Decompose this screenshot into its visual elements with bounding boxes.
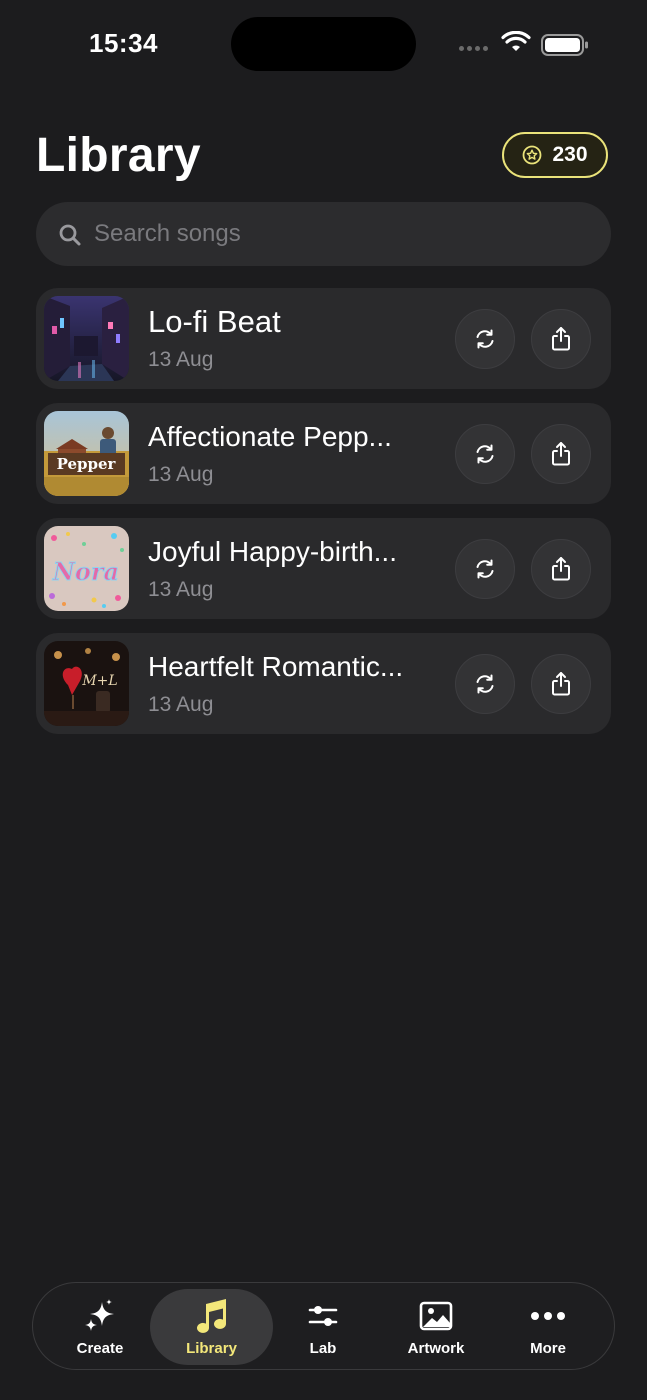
image-icon bbox=[419, 1301, 453, 1331]
tab-lab[interactable]: Lab bbox=[267, 1289, 379, 1365]
share-icon bbox=[552, 442, 570, 466]
page-title: Library bbox=[36, 129, 201, 182]
song-artwork: Pepper bbox=[44, 411, 129, 496]
share-icon bbox=[552, 557, 570, 581]
share-button[interactable] bbox=[531, 654, 591, 714]
regenerate-button[interactable] bbox=[455, 424, 515, 484]
regenerate-button[interactable] bbox=[455, 539, 515, 599]
tab-create[interactable]: Create bbox=[44, 1289, 156, 1365]
song-row[interactable]: Nora Joyful Happy-birth... 13 Aug bbox=[36, 518, 611, 619]
tab-more[interactable]: More bbox=[492, 1289, 604, 1365]
battery-icon bbox=[541, 34, 588, 56]
wifi-icon bbox=[501, 31, 531, 51]
search-bar[interactable] bbox=[36, 202, 611, 266]
search-icon bbox=[59, 224, 81, 246]
refresh-icon bbox=[476, 674, 494, 694]
dynamic-island bbox=[231, 17, 416, 71]
song-artwork: M+L bbox=[44, 641, 129, 726]
song-title: Affectionate Pepp... bbox=[148, 421, 392, 452]
regenerate-button[interactable] bbox=[455, 654, 515, 714]
share-icon bbox=[552, 327, 570, 351]
credits-badge[interactable]: 230 bbox=[502, 132, 608, 178]
song-date: 13 Aug bbox=[148, 693, 214, 716]
tab-label: Lab bbox=[309, 1340, 337, 1357]
tab-label: Library bbox=[186, 1340, 237, 1357]
refresh-icon bbox=[476, 559, 494, 579]
song-row[interactable]: M+L Heartfelt Romantic... 13 Aug bbox=[36, 633, 611, 734]
song-row[interactable]: Pepper Affectionate Pepp... 13 Aug bbox=[36, 403, 611, 504]
artwork-text: Pepper bbox=[57, 455, 117, 473]
status-time: 15:34 bbox=[89, 28, 158, 58]
tab-bar: Create Library Lab Artwork More bbox=[32, 1282, 615, 1370]
song-artwork: Nora bbox=[44, 526, 129, 611]
ellipsis-icon bbox=[531, 1312, 565, 1320]
sliders-icon bbox=[308, 1306, 338, 1326]
share-icon bbox=[552, 672, 570, 696]
song-title: Lo-fi Beat bbox=[148, 304, 281, 339]
share-button[interactable] bbox=[531, 424, 591, 484]
sparkles-icon bbox=[85, 1299, 114, 1331]
song-artwork bbox=[44, 296, 129, 381]
song-list: Lo-fi Beat 13 Aug Pepper Affectionate Pe… bbox=[36, 288, 611, 748]
song-date: 13 Aug bbox=[148, 463, 214, 486]
tab-label: More bbox=[530, 1340, 566, 1357]
share-button[interactable] bbox=[531, 309, 591, 369]
credits-count: 230 bbox=[552, 143, 588, 166]
tab-library[interactable]: Library bbox=[150, 1289, 273, 1365]
tab-artwork[interactable]: Artwork bbox=[380, 1289, 492, 1365]
refresh-icon bbox=[476, 444, 494, 464]
artwork-text: M+L bbox=[81, 673, 117, 689]
status-bar: 15:34 bbox=[0, 0, 647, 90]
cellular-signal-icon bbox=[459, 46, 488, 51]
coin-star-icon bbox=[523, 145, 542, 165]
song-title: Joyful Happy-birth... bbox=[148, 536, 397, 567]
artwork-text: Nora bbox=[52, 557, 119, 586]
regenerate-button[interactable] bbox=[455, 309, 515, 369]
tab-label: Create bbox=[76, 1340, 124, 1357]
song-date: 13 Aug bbox=[148, 348, 214, 371]
search-input[interactable] bbox=[94, 202, 574, 266]
refresh-icon bbox=[476, 329, 494, 349]
song-title: Heartfelt Romantic... bbox=[148, 651, 404, 682]
song-date: 13 Aug bbox=[148, 578, 214, 601]
share-button[interactable] bbox=[531, 539, 591, 599]
music-note-icon bbox=[196, 1299, 226, 1333]
tab-label: Artwork bbox=[407, 1340, 465, 1357]
song-row[interactable]: Lo-fi Beat 13 Aug bbox=[36, 288, 611, 389]
